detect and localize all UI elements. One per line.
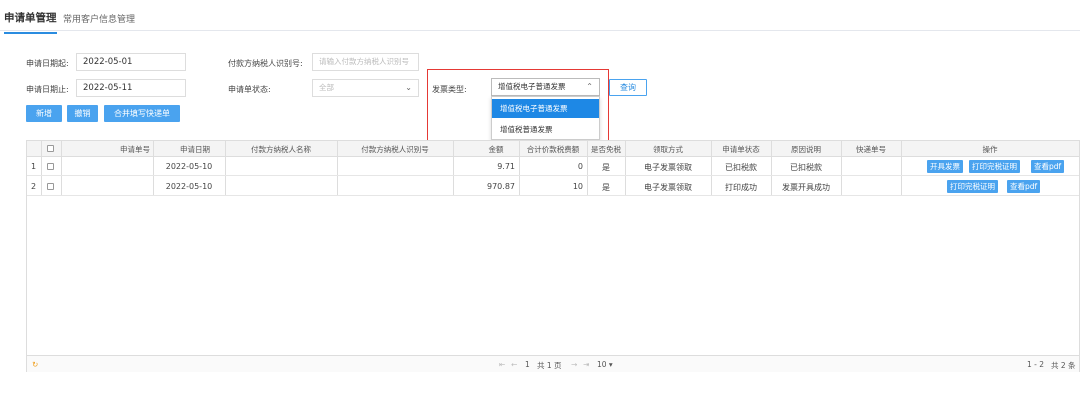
invoice-type-option[interactable]: 增值税普通发票 <box>492 120 599 139</box>
merge-express-button[interactable]: 合并填写快递单 <box>104 105 180 122</box>
status-select-value: 全部 <box>319 83 334 92</box>
issue-invoice-button[interactable]: 开具发票 <box>927 160 963 173</box>
print-tax-certificate-button[interactable]: 打印完税证明 <box>947 180 998 193</box>
header-express-no: 快递单号 <box>856 145 886 154</box>
cell-date: 2022-05-10 <box>165 162 213 171</box>
cell-amount: 9.71 <box>497 162 515 171</box>
header-payer-name: 付款方纳税人名称 <box>251 145 311 154</box>
last-page-icon[interactable]: ⇥ <box>583 360 589 369</box>
view-pdf-button[interactable]: 查看pdf <box>1031 160 1065 173</box>
page-size-select[interactable]: 10 ▾ <box>597 360 613 369</box>
invoice-type-select-value: 增值税电子普通发票 <box>498 82 566 91</box>
invoice-type-dropdown: 增值税电子普通发票 增值税普通发票 <box>491 96 600 140</box>
cell-total-tax: 0 <box>577 162 583 171</box>
first-page-icon[interactable]: ⇤ <box>499 360 505 369</box>
start-date-label: 申请日期起: <box>26 59 69 68</box>
application-table: 申请单号 申请日期 付款方纳税人名称 付款方纳税人识别号 金额 合计价款税费额 … <box>26 140 1080 372</box>
select-all-checkbox[interactable] <box>47 145 54 152</box>
chevron-down-icon: ⌄ <box>405 83 412 92</box>
cell-status: 打印成功 <box>725 183 757 192</box>
row-checkbox[interactable] <box>47 163 54 170</box>
prev-page-icon[interactable]: ← <box>511 360 517 369</box>
tab-bar: 申请单管理 常用客户信息管理 <box>0 0 1080 34</box>
cell-status: 已扣税款 <box>725 163 757 172</box>
tab-application-management[interactable]: 申请单管理 <box>4 10 57 34</box>
pagination-bar: ↻ ⇤ ← 1 共 1 页 → ⇥ 10 ▾ 1 - 2 共 2 条 <box>27 355 1079 372</box>
invoice-type-label: 发票类型: <box>432 85 467 94</box>
cell-reason: 已扣税款 <box>790 163 822 172</box>
cell-total-tax: 10 <box>572 182 583 191</box>
start-date-input[interactable]: 2022-05-01 <box>76 53 186 71</box>
invoice-type-select[interactable]: 增值税电子普通发票 ⌃ <box>491 78 600 96</box>
next-page-icon[interactable]: → <box>571 360 577 369</box>
refresh-icon[interactable]: ↻ <box>32 360 38 369</box>
header-actions: 操作 <box>982 145 998 154</box>
add-button[interactable]: 新增 <box>26 105 62 122</box>
print-tax-certificate-button[interactable]: 打印完税证明 <box>969 160 1020 173</box>
cell-exempt: 是 <box>602 163 610 172</box>
header-total-tax: 合计价款税费额 <box>526 145 580 154</box>
page-input[interactable]: 1 <box>525 360 530 369</box>
table-row[interactable]: 2 2022-05-10 970.87 10 是 电子发票领取 打印成功 发票开… <box>27 177 1079 196</box>
payer-tax-id-label: 付款方纳税人识别号: <box>228 59 303 68</box>
cell-method: 电子发票领取 <box>644 183 692 192</box>
end-date-input[interactable]: 2022-05-11 <box>76 79 186 97</box>
row-index: 1 <box>31 162 37 171</box>
header-payer-tax-id: 付款方纳税人识别号 <box>361 145 429 154</box>
table-header: 申请单号 申请日期 付款方纳税人名称 付款方纳税人识别号 金额 合计价款税费额 … <box>27 141 1079 157</box>
cell-method: 电子发票领取 <box>644 163 692 172</box>
record-total: 共 2 条 <box>1051 361 1076 370</box>
withdraw-button[interactable]: 撤销 <box>67 105 98 122</box>
cell-date: 2022-05-10 <box>165 182 213 191</box>
header-reason: 原因说明 <box>791 145 821 154</box>
view-pdf-button[interactable]: 查看pdf <box>1007 180 1041 193</box>
page-total: 共 1 页 <box>537 361 562 370</box>
table-row[interactable]: 1 2022-05-10 9.71 0 是 电子发票领取 已扣税款 已扣税款 开… <box>27 157 1079 176</box>
query-button[interactable]: 查询 <box>609 79 647 96</box>
cell-amount: 970.87 <box>487 182 515 191</box>
row-checkbox[interactable] <box>47 183 54 190</box>
cell-exempt: 是 <box>602 183 610 192</box>
page-range: 1 - 2 <box>1027 360 1045 369</box>
status-label: 申请单状态: <box>228 85 271 94</box>
status-select[interactable]: 全部 ⌄ <box>312 79 419 97</box>
tab-customer-info-management[interactable]: 常用客户信息管理 <box>63 12 135 25</box>
header-tax-exempt: 是否免税 <box>591 145 621 154</box>
cell-reason: 发票开具成功 <box>782 183 830 192</box>
end-date-label: 申请日期止: <box>26 85 69 94</box>
chevron-up-icon: ⌃ <box>586 82 593 91</box>
payer-tax-id-input[interactable]: 请输入付款方纳税人识别号 <box>312 53 419 71</box>
header-amount: 金额 <box>488 145 504 154</box>
row-index: 2 <box>31 182 37 191</box>
header-status: 申请单状态 <box>722 145 760 154</box>
header-receive-method: 领取方式 <box>653 145 683 154</box>
invoice-type-option[interactable]: 增值税电子普通发票 <box>492 99 599 118</box>
